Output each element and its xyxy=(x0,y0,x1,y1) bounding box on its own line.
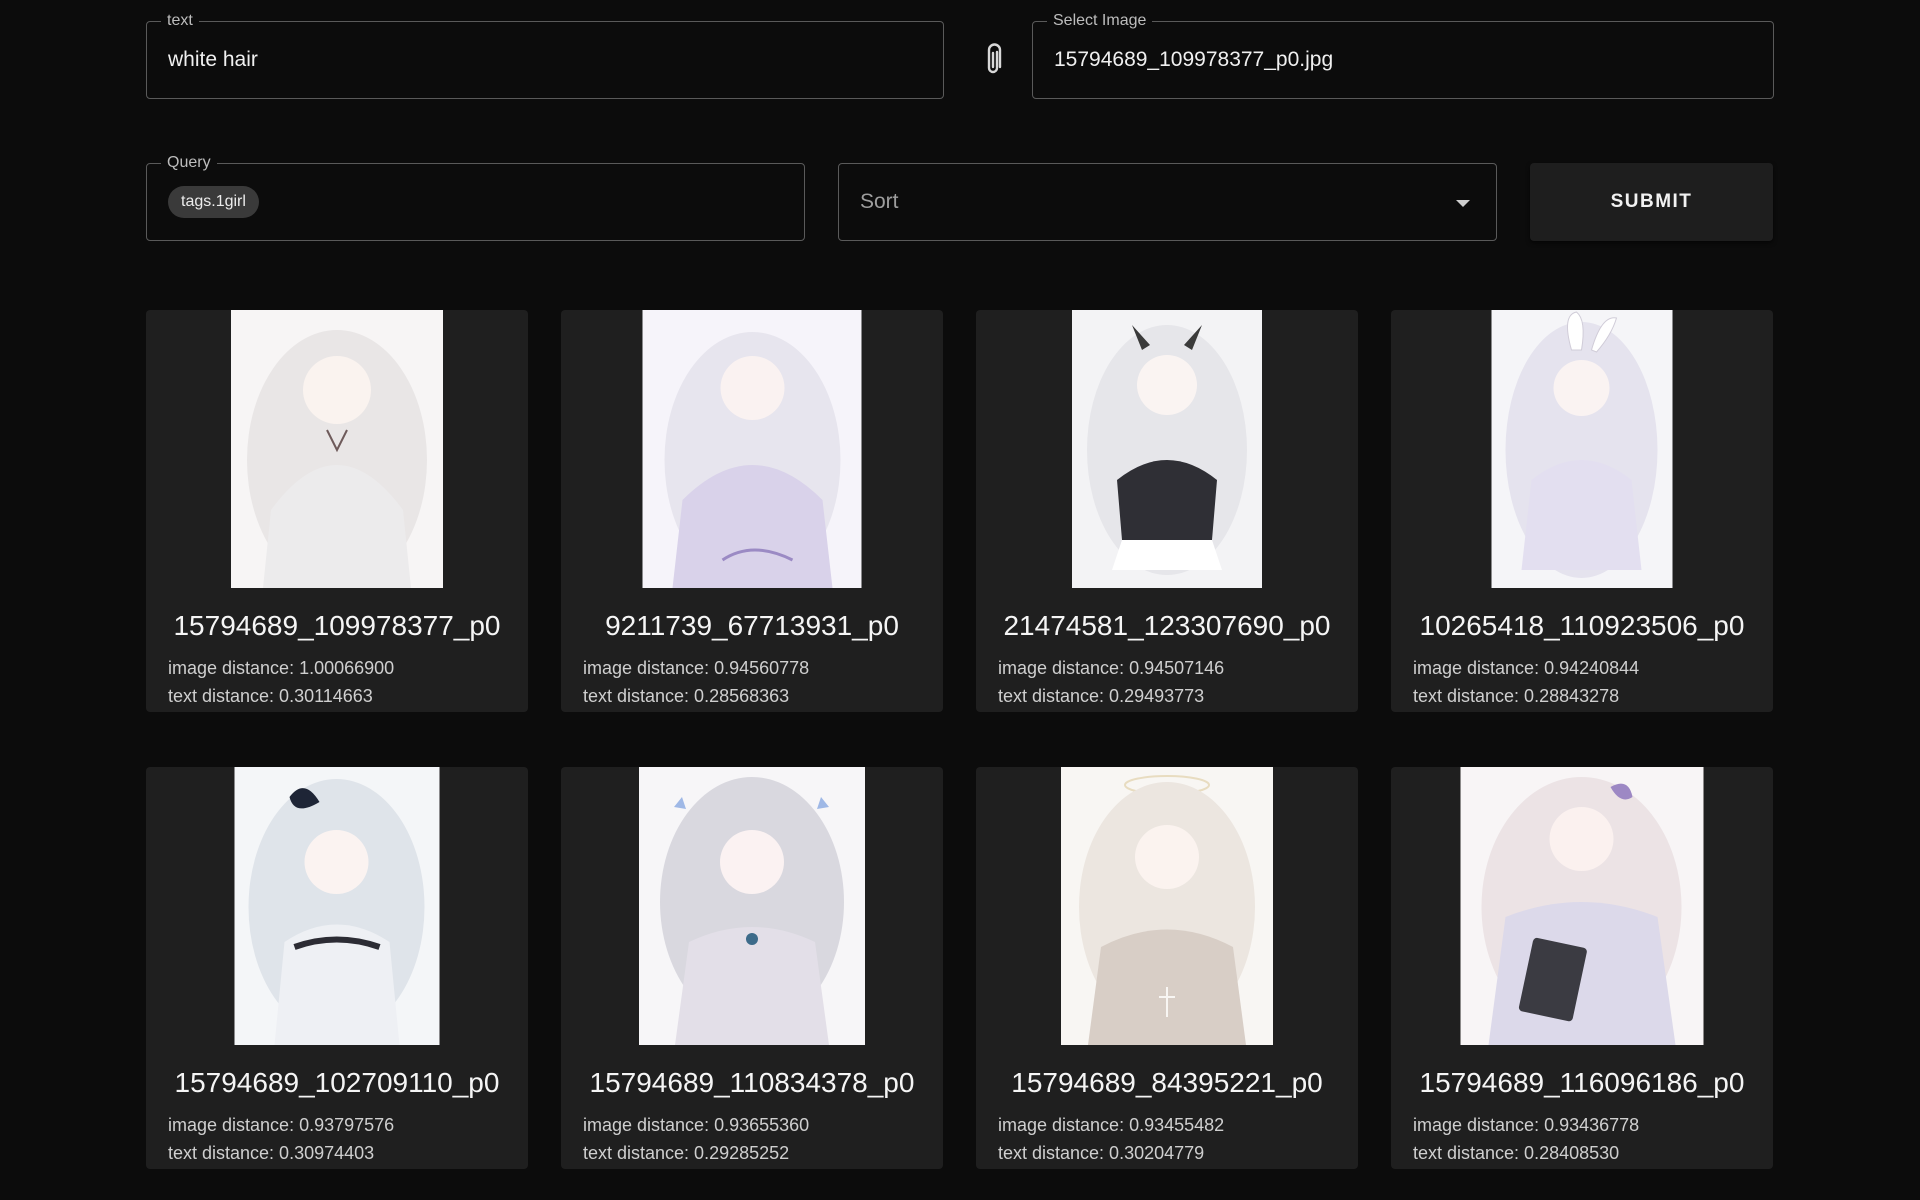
image-distance: image distance: 1.00066900 xyxy=(168,658,395,678)
result-title: 9211739_67713931_p0 xyxy=(605,610,899,641)
image-distance: image distance: 0.94560778 xyxy=(583,658,810,678)
result-title: 15794689_102709110_p0 xyxy=(174,1067,500,1098)
result-title: 21474581_123307690_p0 xyxy=(1003,610,1331,641)
image-distance: image distance: 0.93455482 xyxy=(998,1115,1225,1135)
result-title: 15794689_109978377_p0 xyxy=(173,610,501,641)
result-card[interactable]: 15794689_110834378_p0 image distance: 0.… xyxy=(561,767,943,1169)
result-thumbnail[interactable] xyxy=(231,310,443,588)
image-distance: image distance: 0.94507146 xyxy=(998,658,1225,678)
text-distance: text distance: 0.30974403 xyxy=(168,1143,375,1163)
arrow-drop-down-icon[interactable] xyxy=(1456,200,1470,207)
result-thumbnail[interactable] xyxy=(639,767,865,1045)
text-field-value[interactable]: white hair xyxy=(168,22,258,98)
result-title: 10265418_110923506_p0 xyxy=(1419,610,1745,641)
text-distance: text distance: 0.28408530 xyxy=(1413,1143,1620,1163)
text-distance: text distance: 0.30114663 xyxy=(168,686,373,706)
query-chips: tags.1girl xyxy=(168,164,259,240)
result-thumbnail[interactable] xyxy=(1072,310,1262,588)
sort-placeholder: Sort xyxy=(860,190,899,213)
result-title: 15794689_116096186_p0 xyxy=(1419,1067,1745,1098)
result-thumbnail[interactable] xyxy=(642,310,862,588)
result-card[interactable]: 15794689_109978377_p0 image distance: 1.… xyxy=(146,310,528,712)
result-title: 15794689_110834378_p0 xyxy=(589,1067,915,1098)
select-image-value[interactable]: 15794689_109978377_p0.jpg xyxy=(1054,22,1333,98)
submit-button[interactable]: SUBMIT xyxy=(1530,163,1773,241)
query-chip[interactable]: tags.1girl xyxy=(168,186,259,218)
text-distance: text distance: 0.29285252 xyxy=(583,1143,790,1163)
paperclip-icon[interactable] xyxy=(978,42,1008,78)
text-distance: text distance: 0.29493773 xyxy=(998,686,1205,706)
result-card[interactable]: 15794689_84395221_p0 image distance: 0.9… xyxy=(976,767,1358,1169)
result-card[interactable]: 10265418_110923506_p0 image distance: 0.… xyxy=(1391,310,1773,712)
image-distance: image distance: 0.93436778 xyxy=(1413,1115,1640,1135)
text-distance: text distance: 0.28568363 xyxy=(583,686,790,706)
image-distance: image distance: 0.93655360 xyxy=(583,1115,810,1135)
result-title: 15794689_84395221_p0 xyxy=(1011,1067,1323,1098)
image-distance: image distance: 0.93797576 xyxy=(168,1115,395,1135)
result-thumbnail[interactable] xyxy=(1460,767,1704,1045)
text-field[interactable]: text white hair xyxy=(146,11,944,99)
text-distance: text distance: 0.28843278 xyxy=(1413,686,1620,706)
sort-select[interactable]: Sort xyxy=(838,163,1497,241)
result-card[interactable]: 15794689_102709110_p0 image distance: 0.… xyxy=(146,767,528,1169)
select-image-field[interactable]: Select Image 15794689_109978377_p0.jpg xyxy=(1032,11,1774,99)
result-thumbnail[interactable] xyxy=(1061,767,1273,1045)
app: text white hair Select Image 15794689_10… xyxy=(0,0,1920,1200)
result-card[interactable]: 21474581_123307690_p0 image distance: 0.… xyxy=(976,310,1358,712)
result-card[interactable]: 9211739_67713931_p0 image distance: 0.94… xyxy=(561,310,943,712)
text-distance: text distance: 0.30204779 xyxy=(998,1143,1205,1163)
result-thumbnail[interactable] xyxy=(1491,310,1673,588)
result-card[interactable]: 15794689_116096186_p0 image distance: 0.… xyxy=(1391,767,1773,1169)
result-thumbnail[interactable] xyxy=(234,767,440,1045)
image-distance: image distance: 0.94240844 xyxy=(1413,658,1640,678)
query-field[interactable]: Query tags.1girl xyxy=(146,153,805,241)
